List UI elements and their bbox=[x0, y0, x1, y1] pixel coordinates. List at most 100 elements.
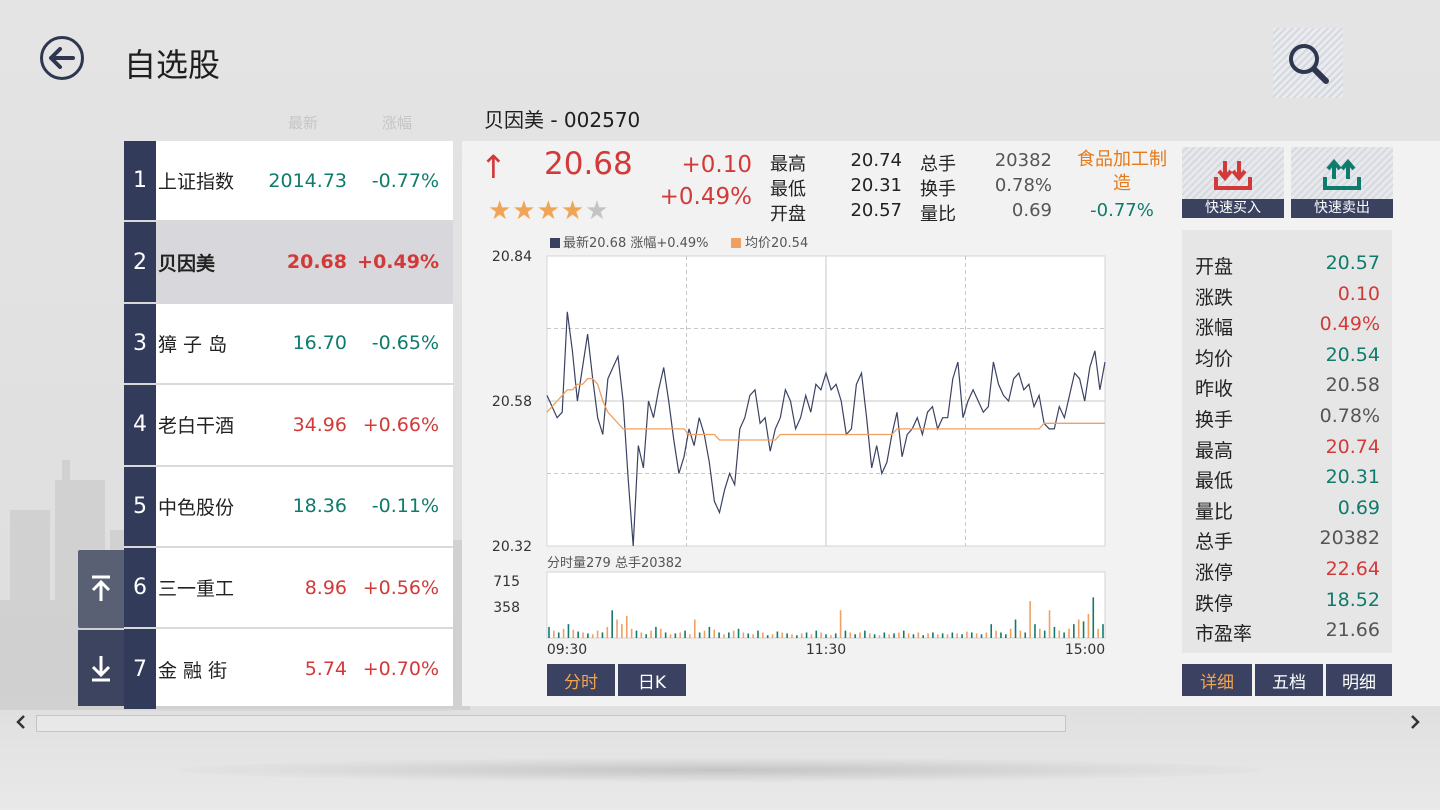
stock-change: -0.11% bbox=[371, 495, 439, 518]
stat-row: 量比 0.69 bbox=[1182, 497, 1392, 528]
scroll-right-button[interactable] bbox=[1408, 712, 1422, 737]
y-tick-label: 20.84 bbox=[492, 249, 532, 265]
row-number: 4 bbox=[124, 385, 156, 465]
stat-value: 20.31 bbox=[1325, 466, 1380, 489]
quick-buy-button[interactable]: 快速买入 bbox=[1182, 147, 1284, 218]
stat-value: 20.58 bbox=[1325, 374, 1380, 397]
stat-row: 涨幅 0.49% bbox=[1182, 313, 1392, 344]
quick-buy-label: 快速买入 bbox=[1182, 199, 1284, 218]
stock-name: 老白干酒 bbox=[158, 415, 235, 438]
scroll-left-button[interactable] bbox=[14, 712, 28, 737]
stat-label: 涨跌 bbox=[1195, 286, 1234, 309]
stat-label: 涨幅 bbox=[1195, 317, 1234, 340]
stats-panel: 开盘 20.57 涨跌 0.10 涨幅 0.49% 均价 20.54 昨收 20.58 换手 0.78… bbox=[1182, 230, 1392, 653]
legend-average: 均价20.54 bbox=[745, 236, 808, 251]
stock-price: 34.96 bbox=[292, 413, 347, 436]
stat-label: 量比 bbox=[1195, 500, 1234, 523]
field-value-open: 20.57 bbox=[850, 200, 902, 221]
star-empty-icon: ★ bbox=[585, 196, 610, 226]
column-header-change: 涨幅 bbox=[382, 114, 413, 132]
stock-price: 16.70 bbox=[292, 332, 347, 355]
stat-label: 昨收 bbox=[1195, 378, 1234, 401]
industry-change: -0.77% bbox=[1090, 200, 1154, 221]
stat-row: 均价 20.54 bbox=[1182, 344, 1392, 375]
field-label-volume-ratio: 量比 bbox=[920, 204, 956, 225]
stock-change: -0.65% bbox=[371, 332, 439, 355]
horizontal-scrollbar[interactable] bbox=[36, 715, 1066, 732]
stock-name: 金 融 街 bbox=[158, 659, 228, 682]
watchlist-row[interactable]: 1 上证指数 2014.73 -0.77% bbox=[124, 141, 453, 223]
stock-price: 18.36 bbox=[292, 495, 347, 518]
stat-row: 跌停 18.52 bbox=[1182, 589, 1392, 620]
industry-link[interactable]: 食品加工制造 bbox=[1072, 148, 1172, 196]
intraday-chart[interactable]: 最新20.68 涨幅+0.49% 均价20.54 20.84 20.58 20.32 分时… bbox=[470, 232, 1140, 662]
tab-intraday[interactable]: 分时 bbox=[547, 664, 615, 696]
stat-value: 0.78% bbox=[1319, 404, 1380, 427]
field-value-volume-ratio: 0.69 bbox=[1011, 200, 1052, 221]
column-header-latest: 最新 bbox=[288, 114, 319, 132]
back-button[interactable] bbox=[40, 36, 84, 80]
quick-sell-label: 快速卖出 bbox=[1291, 199, 1393, 218]
field-value-high: 20.74 bbox=[850, 150, 902, 171]
stat-row: 最高 20.74 bbox=[1182, 436, 1392, 467]
field-label-high: 最高 bbox=[770, 154, 806, 175]
field-label-open: 开盘 bbox=[770, 204, 806, 225]
tab-ticks[interactable]: 明细 bbox=[1326, 664, 1392, 696]
x-tick-label: 15:00 bbox=[1065, 642, 1105, 658]
watchlist-row[interactable]: 5 中色股份 18.36 -0.11% bbox=[124, 466, 453, 548]
field-label-low: 最低 bbox=[770, 179, 806, 200]
stat-value: 0.49% bbox=[1319, 313, 1380, 336]
stat-row: 开盘 20.57 bbox=[1182, 252, 1392, 283]
stock-change: +0.56% bbox=[362, 576, 439, 599]
volume-tick-label: 715 bbox=[493, 574, 520, 590]
up-arrow-icon: ↑ bbox=[480, 148, 507, 186]
legend-swatch-average bbox=[731, 238, 741, 248]
field-label-turnover: 换手 bbox=[920, 179, 956, 200]
change-percent: +0.49% bbox=[659, 184, 752, 210]
selected-stock-title: 贝因美 - 002570 bbox=[484, 108, 641, 132]
stock-price: 8.96 bbox=[304, 576, 347, 599]
stat-value: 0.69 bbox=[1337, 496, 1380, 519]
row-number: 2 bbox=[124, 222, 156, 302]
stat-label: 市盈率 bbox=[1195, 623, 1253, 646]
scroll-to-top-icon bbox=[91, 575, 111, 601]
stat-value: 22.64 bbox=[1325, 557, 1380, 580]
watchlist-row[interactable]: 4 老白干酒 34.96 +0.66% bbox=[124, 385, 453, 467]
search-button[interactable] bbox=[1273, 28, 1343, 98]
watchlist-row[interactable]: 7金 融 街 5.74 +0.70% bbox=[124, 629, 453, 711]
legend-swatch-latest bbox=[550, 238, 560, 248]
stat-row: 市盈率 21.66 bbox=[1182, 619, 1392, 650]
x-tick-label: 09:30 bbox=[547, 642, 587, 658]
watchlist-row[interactable]: 3獐 子 岛 16.70 -0.65% bbox=[124, 303, 453, 386]
stat-value: 20.57 bbox=[1325, 252, 1380, 274]
buy-icon bbox=[1214, 161, 1252, 190]
watchlist-row[interactable]: 6 三一重工 8.96 +0.56% bbox=[124, 547, 453, 630]
legend-latest: 最新20.68 涨幅+0.49% bbox=[563, 235, 709, 251]
quick-sell-button[interactable]: 快速卖出 bbox=[1291, 147, 1393, 218]
stat-row: 涨跌 0.10 bbox=[1182, 283, 1392, 314]
decorative-shadow bbox=[180, 758, 1260, 782]
tab-five-levels[interactable]: 五档 bbox=[1255, 664, 1323, 696]
field-value-low: 20.31 bbox=[850, 175, 902, 196]
stat-row: 换手 0.78% bbox=[1182, 405, 1392, 436]
watchlist-row[interactable]: 2 贝因美 20.68 +0.49% bbox=[124, 222, 453, 304]
tab-detail[interactable]: 详细 bbox=[1182, 664, 1252, 696]
page-title: 自选股 bbox=[124, 46, 221, 84]
stat-label: 最低 bbox=[1195, 470, 1234, 493]
volume-plot-area bbox=[546, 571, 1106, 639]
stat-row: 昨收 20.58 bbox=[1182, 374, 1392, 405]
stock-change: -0.77% bbox=[371, 169, 439, 192]
stock-name: 上证指数 bbox=[158, 171, 235, 194]
star-filled-icon: ★★★★ bbox=[488, 196, 586, 226]
x-tick-label: 11:30 bbox=[806, 642, 846, 658]
chevron-left-icon bbox=[16, 715, 25, 729]
stat-value: 18.52 bbox=[1325, 588, 1380, 611]
scroll-to-top-button[interactable] bbox=[78, 550, 124, 628]
stat-value: 20382 bbox=[1319, 527, 1380, 550]
y-tick-label: 20.32 bbox=[492, 539, 532, 555]
tab-daily-k[interactable]: 日K bbox=[618, 664, 686, 696]
chevron-right-icon bbox=[1411, 715, 1420, 729]
stat-label: 均价 bbox=[1195, 347, 1234, 370]
stat-value: 20.74 bbox=[1325, 435, 1380, 458]
scroll-down-button[interactable] bbox=[78, 630, 124, 706]
